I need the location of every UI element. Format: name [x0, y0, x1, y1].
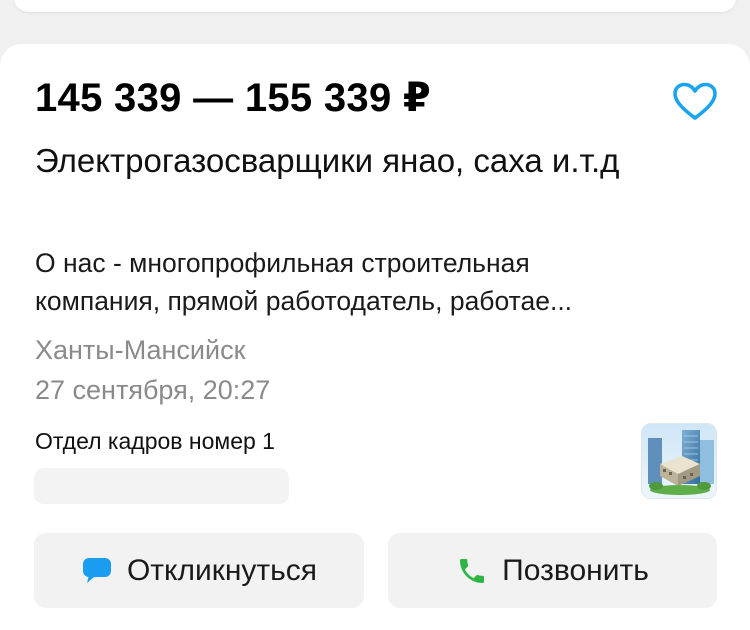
- respond-button-label: Откликнуться: [126, 553, 318, 587]
- company-logo[interactable]: [641, 423, 717, 499]
- vacancy-location: Ханты-Мансийск: [35, 335, 246, 365]
- vacancy-card[interactable]: 145 339 — 155 339 ₽ Электрогазосварщики …: [0, 44, 750, 630]
- call-button[interactable]: Позвонить: [388, 533, 717, 608]
- publication-date: 27 сентября, 20:27: [35, 375, 271, 405]
- phone-icon: [456, 555, 488, 587]
- buildings-logo-icon: [642, 424, 716, 498]
- call-button-label: Позвонить: [502, 553, 649, 587]
- chat-bubble-icon: [81, 556, 113, 586]
- vacancy-snippet: О нас - многопрофильная строительная ком…: [35, 244, 695, 320]
- snippet-line: компания, прямой работодатель, работае..…: [35, 286, 573, 316]
- vacancy-title[interactable]: Электрогазосварщики янао, саха и.т.д: [35, 134, 655, 188]
- salary-range: 145 339 — 155 339 ₽: [35, 76, 432, 120]
- company-name[interactable]: Отдел кадров номер 1: [35, 425, 275, 457]
- favorite-button[interactable]: [672, 82, 718, 122]
- loading-placeholder: [34, 468, 289, 504]
- respond-button[interactable]: Откликнуться: [34, 533, 364, 608]
- previous-card-bottom: [14, 0, 736, 12]
- heart-outline-icon: [673, 82, 717, 120]
- snippet-line: О нас - многопрофильная строительная: [35, 248, 530, 278]
